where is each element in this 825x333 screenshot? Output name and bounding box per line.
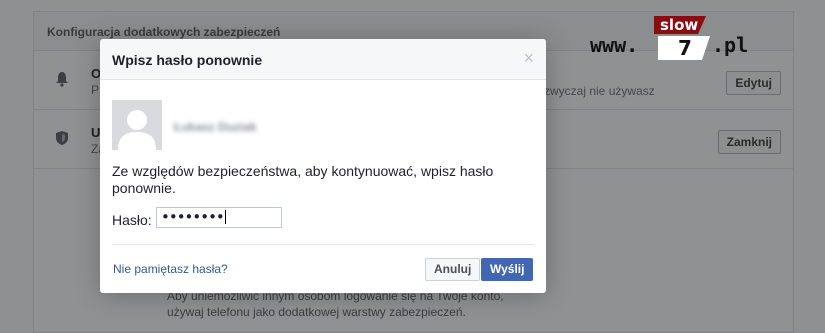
watermark-word: slow xyxy=(660,16,699,34)
cancel-button[interactable]: Anuluj xyxy=(425,258,481,281)
edit-button[interactable]: Edytuj xyxy=(726,71,781,95)
dialog-title: Wpisz hasło ponownie xyxy=(112,52,263,68)
setting-description: zwyczaj nie używasz xyxy=(544,84,655,98)
watermark-prefix: www. xyxy=(590,33,639,57)
password-value: •••••••• xyxy=(161,208,225,226)
bell-icon xyxy=(56,72,68,87)
section-title: Konfiguracja dodatkowych zabezpieczeń xyxy=(47,25,281,39)
setting-subtitle: P xyxy=(91,83,100,97)
password-label: Hasło: xyxy=(112,212,152,228)
shield-icon xyxy=(56,131,68,145)
user-name: Łukasz Duziak xyxy=(174,120,257,134)
watermark-logo: www. slow 7 .pl xyxy=(590,14,750,64)
close-button[interactable]: Zamknij xyxy=(717,130,781,154)
divider xyxy=(112,244,534,245)
reenter-password-dialog: Wpisz hasło ponownie × Łukasz Duziak Ze … xyxy=(100,39,546,293)
text-caret xyxy=(224,210,226,224)
watermark-digit: 7 xyxy=(678,36,692,60)
submit-button[interactable]: Wyślij xyxy=(481,258,534,281)
dialog-message: Ze względów bezpieczeństwa, aby kontynuo… xyxy=(112,163,494,196)
forgot-password-link[interactable]: Nie pamiętasz hasła? xyxy=(113,262,228,276)
close-icon[interactable]: × xyxy=(523,49,534,67)
avatar xyxy=(112,100,162,150)
setting-title: U xyxy=(91,125,101,140)
security-description-line: używaj telefonu jako dodatkowej warstwy … xyxy=(167,305,466,319)
dialog-header: Wpisz hasło ponownie × xyxy=(100,39,546,80)
watermark-suffix: .pl xyxy=(712,33,749,57)
password-input[interactable]: •••••••• xyxy=(156,207,282,228)
